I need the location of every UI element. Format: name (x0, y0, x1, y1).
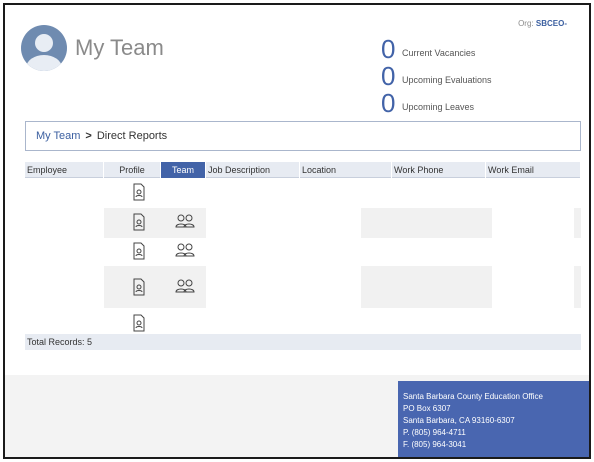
profile-document-icon[interactable] (131, 278, 157, 302)
stat-value: 0 (381, 61, 396, 91)
column-work-email[interactable]: Work Email (486, 162, 581, 178)
breadcrumb-current: Direct Reports (96, 130, 168, 142)
grid-body (25, 178, 581, 332)
table-row[interactable] (25, 266, 581, 308)
grid-header: Employee Profile Team Job Description Lo… (25, 162, 581, 178)
profile-document-icon[interactable] (131, 183, 157, 207)
breadcrumb-separator: > (85, 130, 92, 142)
stat-label: Current Vacancies (402, 48, 476, 58)
page-header: My Team Org: SBCEO- 0 Current Vacancies … (5, 5, 589, 117)
column-employee[interactable]: Employee (25, 162, 104, 178)
column-location[interactable]: Location (300, 162, 392, 178)
contact-org-name: Santa Barbara County Education Office (403, 392, 543, 401)
page-frame: My Team Org: SBCEO- 0 Current Vacancies … (3, 3, 591, 459)
user-avatar-icon (21, 25, 67, 71)
column-job-description[interactable]: Job Description (206, 162, 300, 178)
team-people-icon[interactable] (175, 214, 201, 238)
org-value[interactable]: SBCEO- (536, 19, 567, 28)
stat-label: Upcoming Evaluations (402, 75, 492, 85)
org-indicator: Org: SBCEO- (518, 19, 567, 28)
profile-document-icon[interactable] (131, 213, 157, 237)
direct-reports-grid: Employee Profile Team Job Description Lo… (25, 162, 581, 332)
breadcrumb-my-team[interactable]: My Team (36, 130, 80, 142)
table-row[interactable] (25, 178, 581, 208)
team-people-icon[interactable] (175, 279, 201, 303)
contact-fax: F. (805) 964-3041 (403, 440, 467, 449)
column-profile[interactable]: Profile (104, 162, 161, 178)
team-people-icon[interactable] (175, 243, 201, 267)
profile-document-icon[interactable] (131, 242, 157, 266)
stat-value: 0 (381, 88, 396, 118)
org-label: Org: (518, 19, 534, 28)
contact-city: Santa Barbara, CA 93160-6307 (403, 416, 515, 425)
contact-po-box: PO Box 6307 (403, 404, 451, 413)
stat-value: 0 (381, 34, 396, 64)
page-title: My Team (75, 35, 164, 60)
table-row[interactable] (25, 208, 581, 238)
total-records: Total Records: 5 (25, 334, 581, 350)
contact-info: Santa Barbara County Education Office PO… (398, 381, 589, 457)
column-team[interactable]: Team (161, 162, 206, 178)
breadcrumb: My Team > Direct Reports (25, 121, 581, 151)
table-row[interactable] (25, 238, 581, 266)
stat-label: Upcoming Leaves (402, 102, 475, 112)
contact-phone: P. (805) 964-4711 (403, 428, 466, 437)
column-work-phone[interactable]: Work Phone (392, 162, 486, 178)
table-row[interactable] (25, 308, 581, 334)
